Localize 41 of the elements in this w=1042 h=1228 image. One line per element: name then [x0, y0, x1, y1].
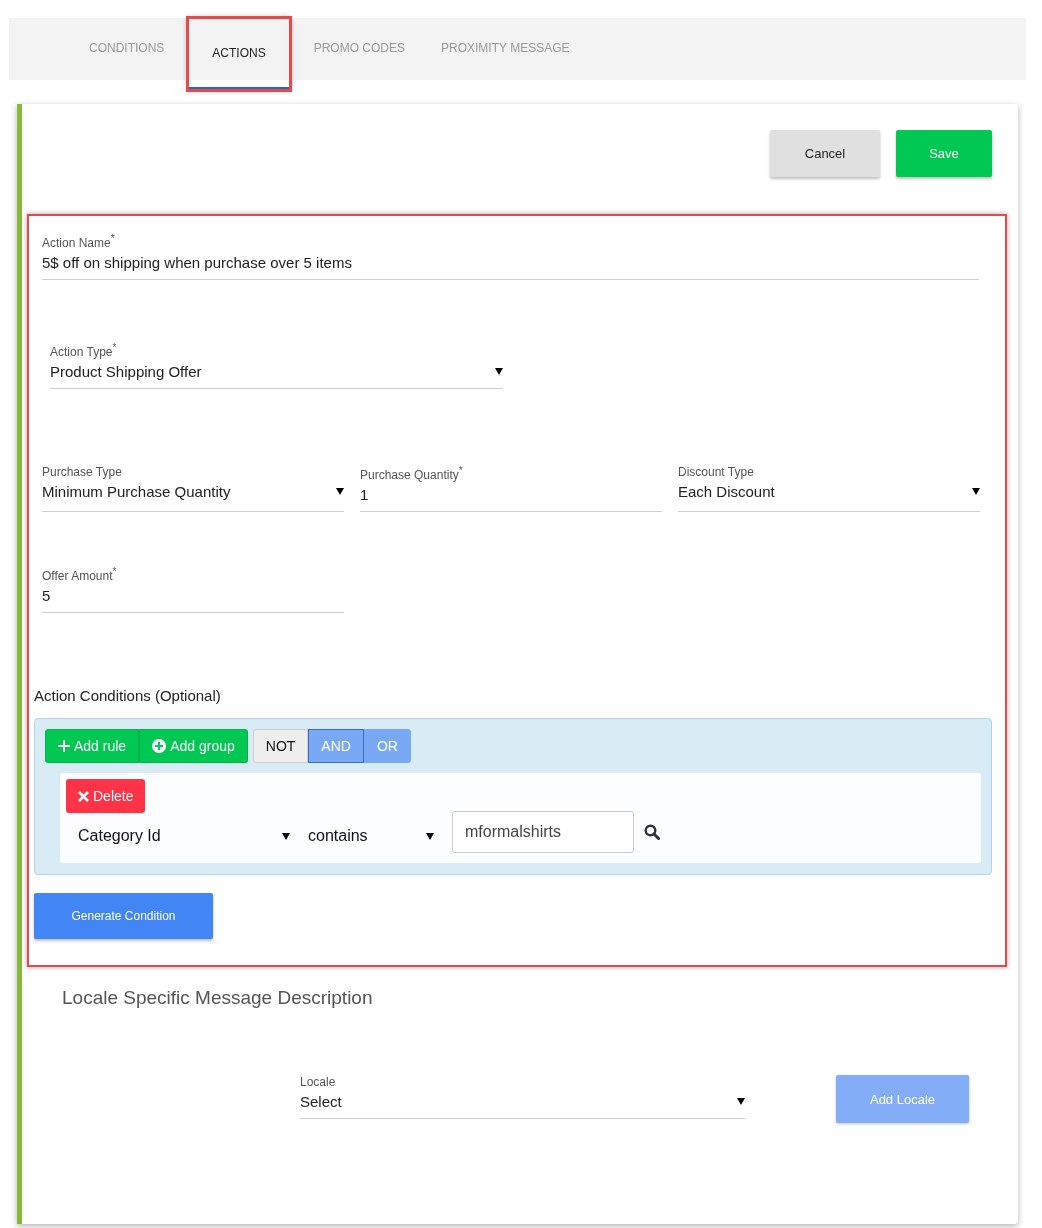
select-field[interactable]: Locale Select [300, 1075, 745, 1119]
field-label: Purchase Type [42, 465, 123, 479]
field-label: Locale [300, 1075, 337, 1089]
select-field[interactable]: Discount Type Each Discount [678, 465, 980, 512]
caret-icon [737, 1098, 745, 1105]
close-icon [78, 790, 89, 802]
generate-condition-button[interactable]: Generate Condition [34, 893, 213, 939]
input-field[interactable]: Offer Amount$^{*}$ 5 [42, 566, 344, 613]
value-input[interactable]: mformalshirts [452, 811, 634, 853]
field-value: Each Discount [678, 483, 775, 500]
operator-select[interactable]: contains [308, 819, 434, 845]
tab[interactable]: ACTIONS [188, 18, 290, 90]
field-value: 5$ off on shipping when purchase over 5 items [42, 254, 352, 271]
field-label: Purchase Quantity$^{*}$ [360, 465, 464, 482]
delete-button[interactable]: Delete [66, 779, 146, 813]
section-title: Action Conditions (Optional) [34, 687, 222, 704]
cancel-button[interactable]: Cancel [770, 130, 880, 177]
section-title: Locale Specific Message Description [62, 987, 374, 1009]
caret-icon [495, 368, 503, 375]
not-toggle[interactable]: NOT [252, 729, 309, 763]
field-value: Product Shipping Offer [50, 363, 202, 380]
caret-icon [336, 488, 344, 495]
plus-icon [58, 740, 70, 752]
input-field[interactable]: Purchase Quantity$^{*}$ 1 [360, 465, 662, 512]
input-field[interactable]: Action Name$^{*}$ 5$ off on shipping when purchase over 5 items [42, 233, 979, 280]
plus-circle-icon [152, 739, 167, 753]
caret-icon [972, 488, 980, 495]
field-select[interactable]: Category Id [78, 819, 290, 845]
select-field[interactable]: Purchase Type Minimum Purchase Quantity [42, 465, 344, 512]
field-label: Action Name$^{*}$ [42, 233, 116, 250]
field-value: 5 [42, 587, 51, 604]
search-icon[interactable] [644, 824, 660, 840]
field-value: Minimum Purchase Quantity [42, 483, 231, 500]
caret-icon [282, 832, 290, 840]
caret-icon [426, 832, 434, 840]
field-value: 1 [360, 486, 369, 503]
select-field[interactable]: Action Type$^{*}$ Product Shipping Offer [50, 342, 503, 389]
field-value: Select [300, 1093, 342, 1110]
field-label: Action Type$^{*}$ [50, 342, 118, 359]
field-label: Discount Type [678, 465, 755, 479]
field-label: Offer Amount$^{*}$ [42, 566, 118, 583]
